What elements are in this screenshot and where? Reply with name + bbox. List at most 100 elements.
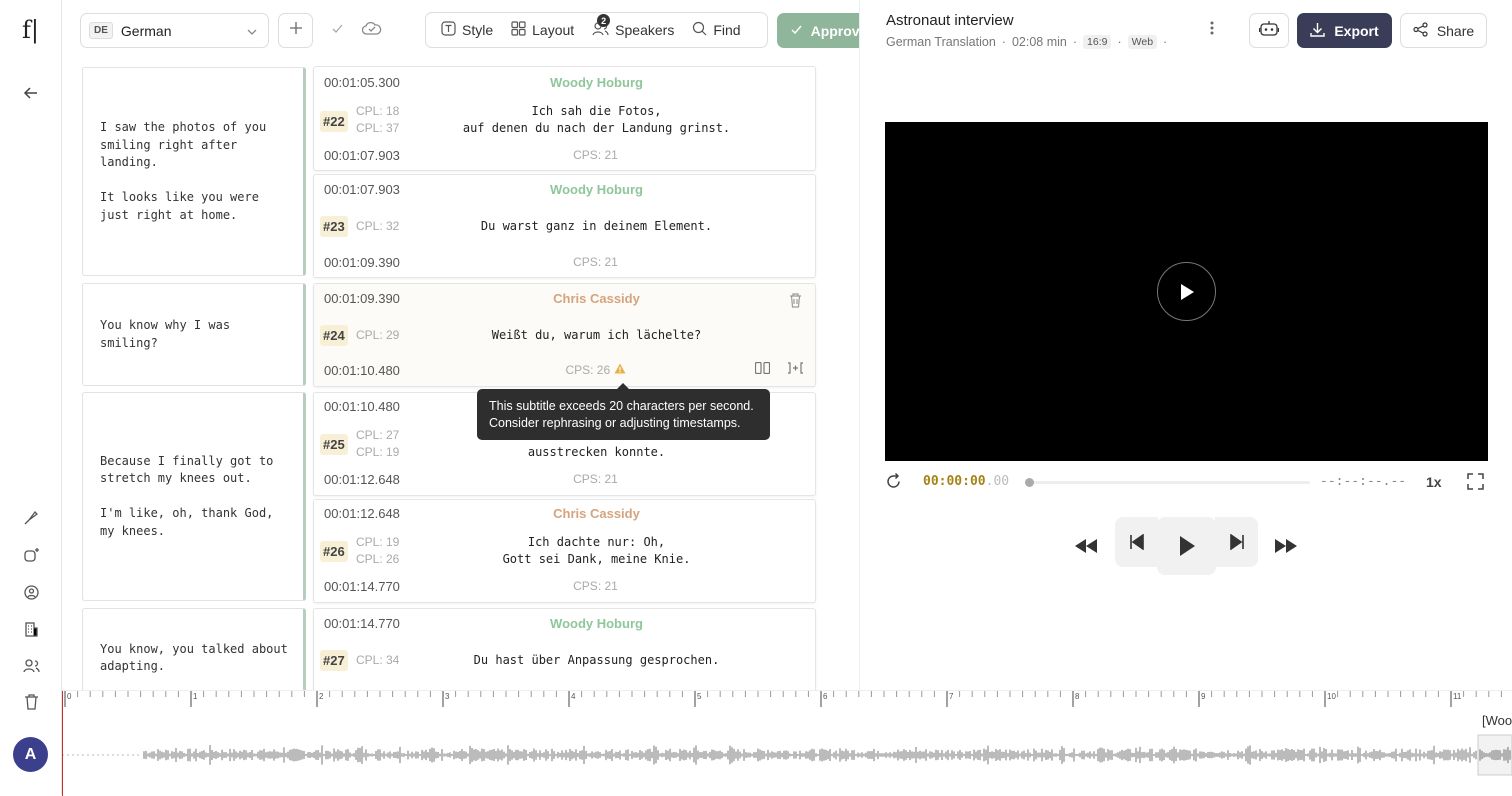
find-button[interactable]: Find <box>683 21 749 39</box>
speaker-segment[interactable] <box>1477 734 1512 776</box>
play-button[interactable] <box>1157 517 1216 575</box>
source-block[interactable]: You know, you talked about adapting. <box>82 608 306 690</box>
style-icon <box>441 21 456 39</box>
layout-button[interactable]: Layout <box>502 21 583 39</box>
tooltip-line1: This subtitle exceeds 20 characters per … <box>489 399 754 413</box>
speaker-name[interactable]: Woody Hoburg <box>314 182 859 197</box>
video-preview[interactable] <box>885 122 1488 461</box>
preview-panel: Astronaut interview German Translation ·… <box>859 0 1512 690</box>
tick-label: 5 <box>697 692 702 701</box>
kebab-icon[interactable] <box>1210 20 1214 41</box>
player-controls: 00:00:00.00 --:--:--.-- 1x <box>885 470 1488 494</box>
export-button[interactable]: Export <box>1297 13 1392 48</box>
share-button[interactable]: Share <box>1400 13 1487 48</box>
subtitle-text[interactable]: Du warst ganz in deinem Element. <box>409 218 784 235</box>
playback-rate[interactable]: 1x <box>1426 474 1442 490</box>
trash-icon[interactable] <box>20 691 42 713</box>
editor-toolbar: DE German Style Layout 2 Speakers Find A… <box>62 0 882 62</box>
subtitle-card[interactable]: 00:01:12.648 Chris Cassidy #26 CPL: 19 C… <box>313 499 816 603</box>
cps-warning-tooltip: This subtitle exceeds 20 characters per … <box>477 383 770 440</box>
meta-separator: · <box>1072 35 1078 49</box>
speaker-name[interactable]: Chris Cassidy <box>314 506 859 521</box>
speakers-label: Speakers <box>615 22 675 38</box>
plus-icon <box>289 21 303 40</box>
back-arrow-icon[interactable] <box>20 82 42 104</box>
prev-icon[interactable] <box>1115 517 1158 567</box>
timeline[interactable]: 0 1 2 3 4 5 6 7 8 9 10 11 [Woo <box>62 690 1512 796</box>
start-time[interactable]: 00:01:10.480 <box>324 399 400 414</box>
platform-chip: Web <box>1127 35 1158 49</box>
style-button[interactable]: Style <box>432 21 502 39</box>
subtitle-text[interactable]: Du hast über Anpassung gesprochen. <box>409 652 784 669</box>
project-duration: 02:08 min <box>1011 35 1067 49</box>
meta-separator: · <box>1163 35 1168 49</box>
app-logo[interactable]: f| <box>22 16 39 44</box>
subtitle-card[interactable]: 00:01:05.300 Woody Hoburg #22 CPL: 18 CP… <box>313 66 816 171</box>
trash-icon[interactable] <box>789 293 802 313</box>
source-text: Because I finally got to stretch my knee… <box>100 453 274 538</box>
seek-bar[interactable] <box>1026 481 1310 484</box>
subtitle-number: #23 <box>320 216 348 237</box>
tick-label: 4 <box>571 692 576 701</box>
subtitle-number: #26 <box>320 541 348 562</box>
source-block[interactable]: I saw the photos of you smiling right af… <box>82 67 306 276</box>
fullscreen-icon[interactable] <box>1467 473 1484 495</box>
forward-icon[interactable] <box>1274 534 1298 558</box>
subtitle-card[interactable]: 00:01:14.770 Woody Hoburg #27 CPL: 34 Du… <box>313 608 816 690</box>
ai-assistant-button[interactable] <box>1249 13 1289 48</box>
gear-people-icon[interactable] <box>20 581 42 603</box>
layout-label: Layout <box>532 22 575 38</box>
check-button[interactable] <box>324 13 350 48</box>
speaker-name[interactable]: Chris Cassidy <box>314 291 859 306</box>
end-time: --:--:--.-- <box>1320 474 1407 489</box>
ruler-ticks <box>64 691 1502 707</box>
next-icon[interactable] <box>1215 517 1258 567</box>
layout-icon <box>511 21 526 39</box>
audio-waveform[interactable] <box>62 721 1512 791</box>
play-icon[interactable] <box>1157 262 1216 321</box>
split-icon[interactable] <box>754 361 771 379</box>
view-segment: Style Layout 2 Speakers Find <box>425 12 768 48</box>
share-icon <box>1413 21 1428 40</box>
style-label: Style <box>462 22 494 38</box>
subtitle-text[interactable]: Ich dachte nur: Oh, Gott sei Dank, meine… <box>409 534 784 568</box>
robot-icon <box>1258 20 1280 42</box>
search-icon <box>692 21 707 39</box>
speaker-name[interactable]: Woody Hoburg <box>314 75 859 90</box>
video-plus-icon[interactable] <box>20 544 42 566</box>
timeline-ruler[interactable] <box>62 691 1512 707</box>
avatar[interactable]: A <box>13 737 48 772</box>
subtitle-card-active[interactable]: 00:01:09.390 Chris Cassidy #24 CPL: 29 W… <box>313 283 816 387</box>
current-time: 00:00:00.00 <box>923 474 1009 489</box>
language-select[interactable]: DE German <box>80 13 269 48</box>
users-icon[interactable] <box>20 655 42 677</box>
speaker-name[interactable]: Woody Hoburg <box>314 616 859 631</box>
replay-icon[interactable] <box>885 472 902 495</box>
seek-knob[interactable] <box>1025 478 1034 487</box>
subtitle-number: #22 <box>320 111 348 132</box>
source-block[interactable]: You know why I was smiling? <box>82 283 306 386</box>
subtitle-text[interactable]: Ich sah die Fotos, auf denen du nach der… <box>409 103 784 137</box>
cps-value-warning[interactable]: CPS: 26 <box>314 363 859 377</box>
brush-icon[interactable] <box>20 507 42 529</box>
subtitle-text[interactable]: Weißt du, warum ich lächelte? <box>409 327 784 344</box>
merge-icon[interactable] <box>787 361 804 379</box>
subtitle-number: #25 <box>320 434 348 455</box>
tooltip-line2: Consider rephrasing or adjusting timesta… <box>489 416 741 430</box>
warning-icon[interactable] <box>614 363 626 377</box>
add-button[interactable] <box>278 13 313 48</box>
project-meta: German Translation · 02:08 min · 16:9 · … <box>886 35 1167 49</box>
rewind-icon[interactable] <box>1074 534 1098 558</box>
chevron-down-icon <box>246 25 258 41</box>
source-block[interactable]: Because I finally got to stretch my knee… <box>82 392 306 601</box>
speakers-button[interactable]: 2 Speakers <box>583 14 683 39</box>
building-icon[interactable] <box>20 618 42 640</box>
cloud-save-button[interactable] <box>358 13 386 48</box>
cps-value: CPS: 21 <box>573 472 618 486</box>
playhead[interactable] <box>62 691 63 796</box>
cpl-line2: CPL: 37 <box>356 121 400 135</box>
subtitle-text[interactable]: ausstrecken konnte. <box>409 444 784 461</box>
export-label: Export <box>1334 22 1379 39</box>
cps-value: CPS: 21 <box>573 148 618 162</box>
subtitle-card[interactable]: 00:01:07.903 Woody Hoburg #23 CPL: 32 Du… <box>313 174 816 278</box>
